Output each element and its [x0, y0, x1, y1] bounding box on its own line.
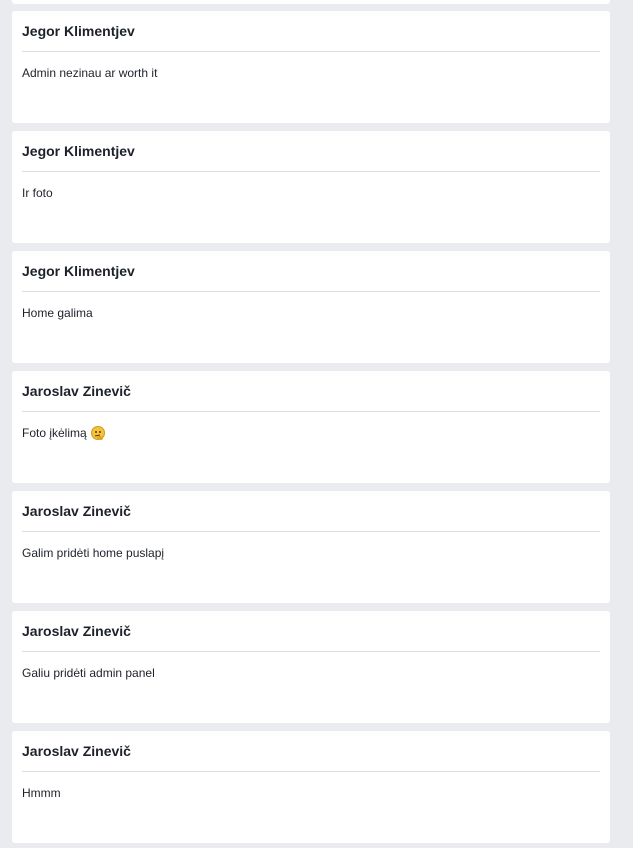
- card-divider: [22, 771, 600, 772]
- comment-text: Ir foto: [22, 186, 53, 200]
- thinking-face-icon: [90, 426, 105, 440]
- comment-card: Jegor Klimentjev Admin nezinau ar worth …: [12, 11, 610, 123]
- card-divider: [22, 651, 600, 652]
- comment-text: Galim pridėti home puslapį: [22, 546, 165, 560]
- comment-card: Jegor Klimentjev Home galima: [12, 251, 610, 363]
- card-divider: [22, 411, 600, 412]
- card-divider: [22, 51, 600, 52]
- comment-author[interactable]: Jaroslav Zinevič: [22, 743, 131, 760]
- comment-card: Jegor Klimentjev Ir foto: [12, 131, 610, 243]
- comment-feed: Jegor Klimentjev Admin nezinau ar worth …: [0, 0, 633, 848]
- comment-author[interactable]: Jaroslav Zinevič: [22, 383, 131, 400]
- comment-card: Jaroslav Zinevič Foto įkėlimą: [12, 371, 610, 483]
- comment-text: Home galima: [22, 306, 93, 320]
- previous-card-edge: [12, 0, 610, 4]
- comment-text: Galiu pridėti admin panel: [22, 666, 155, 680]
- comment-text: Foto įkėlimą: [22, 426, 87, 440]
- card-divider: [22, 171, 600, 172]
- comment-author[interactable]: Jaroslav Zinevič: [22, 503, 131, 520]
- comment-author[interactable]: Jegor Klimentjev: [22, 263, 135, 280]
- comment-author[interactable]: Jaroslav Zinevič: [22, 623, 131, 640]
- comment-text-row: Foto įkėlimą: [22, 425, 105, 441]
- comment-card: Jaroslav Zinevič Galiu pridėti admin pan…: [12, 611, 610, 723]
- card-divider: [22, 531, 600, 532]
- comment-text: Hmmm: [22, 786, 61, 800]
- comment-text: Admin nezinau ar worth it: [22, 66, 158, 80]
- comment-author[interactable]: Jegor Klimentjev: [22, 23, 135, 40]
- comment-card: Jaroslav Zinevič Hmmm: [12, 731, 610, 843]
- card-divider: [22, 291, 600, 292]
- comment-card: Jaroslav Zinevič Galim pridėti home pusl…: [12, 491, 610, 603]
- comment-author[interactable]: Jegor Klimentjev: [22, 143, 135, 160]
